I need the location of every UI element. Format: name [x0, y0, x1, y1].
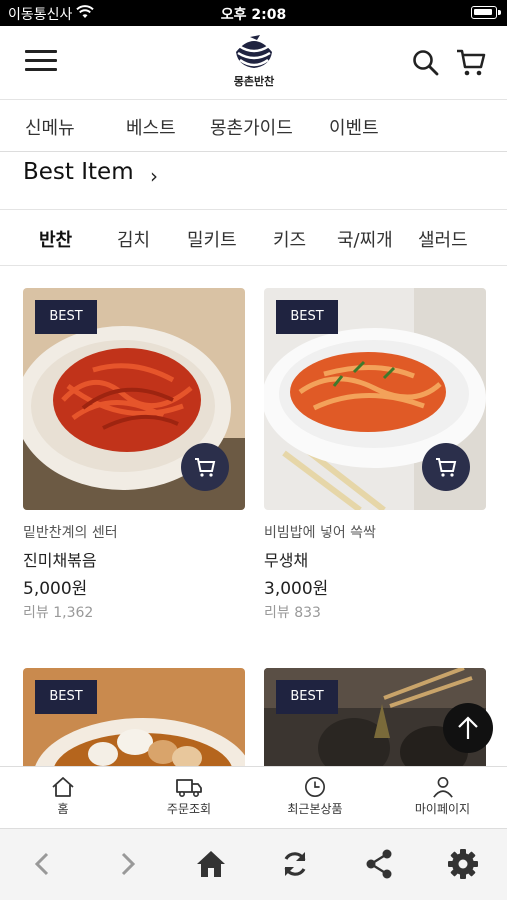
- cart-icon: [195, 458, 216, 477]
- cart-icon: [436, 458, 457, 477]
- user-icon: [432, 777, 453, 798]
- best-badge: BEST: [276, 680, 338, 714]
- nav-item-event[interactable]: 이벤트: [329, 114, 379, 140]
- battery-icon: [471, 6, 501, 19]
- nav-item-guide[interactable]: 몽촌가이드: [210, 114, 293, 140]
- product-review-count: 리뷰 833: [264, 605, 321, 621]
- nav-item-best[interactable]: 베스트: [126, 114, 176, 140]
- browser-toolbar: [0, 828, 507, 900]
- best-badge: BEST: [276, 300, 338, 334]
- brand-logo[interactable]: 몽촌반찬: [228, 32, 280, 94]
- product-price: 5,000원: [23, 579, 88, 599]
- forward-arrow-icon[interactable]: [110, 847, 144, 881]
- product-image[interactable]: BEST: [23, 288, 245, 510]
- tab-recently-viewed-label: 최근본상품: [287, 802, 343, 816]
- product-subtitle: 비빔밥에 넣어 쓱싹: [264, 525, 376, 541]
- home-outline-icon: [52, 777, 74, 797]
- best-badge: BEST: [35, 300, 97, 334]
- tab-order-lookup[interactable]: 주문조회: [126, 767, 252, 829]
- back-arrow-icon[interactable]: [26, 847, 60, 881]
- app-header: 몽촌반찬: [0, 26, 507, 100]
- best-badge: BEST: [35, 680, 97, 714]
- home-icon[interactable]: [194, 847, 228, 881]
- clock-icon: [305, 777, 325, 797]
- delivery-truck-icon: [176, 779, 202, 798]
- product-card[interactable]: BEST: [23, 668, 245, 766]
- refresh-icon[interactable]: [278, 847, 312, 881]
- logo-text: 몽촌반찬: [233, 75, 275, 88]
- tab-my-page-label: 마이페이지: [414, 802, 471, 816]
- top-navigation: 신메뉴 베스트 몽촌가이드 이벤트: [0, 100, 507, 152]
- tab-salad[interactable]: 샐러드: [418, 226, 468, 252]
- product-image[interactable]: BEST: [264, 288, 486, 510]
- tab-recently-viewed[interactable]: 최근본상품: [252, 767, 378, 829]
- product-image[interactable]: BEST: [23, 668, 245, 766]
- tab-soup-stew[interactable]: 국/찌개: [337, 226, 393, 252]
- settings-gear-icon[interactable]: [446, 847, 480, 881]
- boat-logo-icon: [236, 35, 272, 68]
- hamburger-menu-icon[interactable]: [25, 50, 57, 76]
- add-to-cart-button[interactable]: [181, 443, 229, 491]
- share-icon[interactable]: [362, 847, 396, 881]
- tab-home-label: 홈: [57, 802, 69, 816]
- tab-mealkit[interactable]: 밀키트: [187, 226, 237, 252]
- category-tabs: 반찬 김치 밀키트 키즈 국/찌개 샐러드: [0, 210, 507, 266]
- product-price: 3,000원: [264, 579, 329, 599]
- scroll-to-top-button[interactable]: [443, 703, 493, 753]
- best-item-section-header[interactable]: Best Item ›: [0, 152, 507, 210]
- cart-icon[interactable]: [455, 46, 487, 78]
- product-subtitle: 밑반찬계의 센터: [23, 525, 118, 541]
- product-name[interactable]: 진미채볶음: [23, 547, 97, 571]
- clock: 오후 2:08: [220, 7, 287, 23]
- section-title: Best Item: [23, 159, 134, 185]
- product-review-count: 리뷰 1,362: [23, 605, 94, 621]
- tab-kids[interactable]: 키즈: [273, 226, 306, 252]
- tab-banchan[interactable]: 반찬: [39, 226, 72, 252]
- search-icon[interactable]: [411, 48, 439, 76]
- chevron-right-icon: ›: [150, 164, 158, 188]
- tab-home[interactable]: 홈: [0, 767, 126, 829]
- bottom-tab-bar: 홈 주문조회 최근본상품 마이페이지: [0, 766, 507, 828]
- tab-order-lookup-label: 주문조회: [166, 802, 212, 816]
- add-to-cart-button[interactable]: [422, 443, 470, 491]
- status-bar: 이동통신사 오후 2:08: [0, 0, 507, 26]
- tab-my-page[interactable]: 마이페이지: [378, 767, 507, 829]
- arrow-up-icon: [458, 716, 478, 739]
- tab-kimchi[interactable]: 김치: [117, 226, 150, 252]
- product-name[interactable]: 무생채: [264, 547, 308, 571]
- nav-item-new-menu[interactable]: 신메뉴: [25, 114, 75, 140]
